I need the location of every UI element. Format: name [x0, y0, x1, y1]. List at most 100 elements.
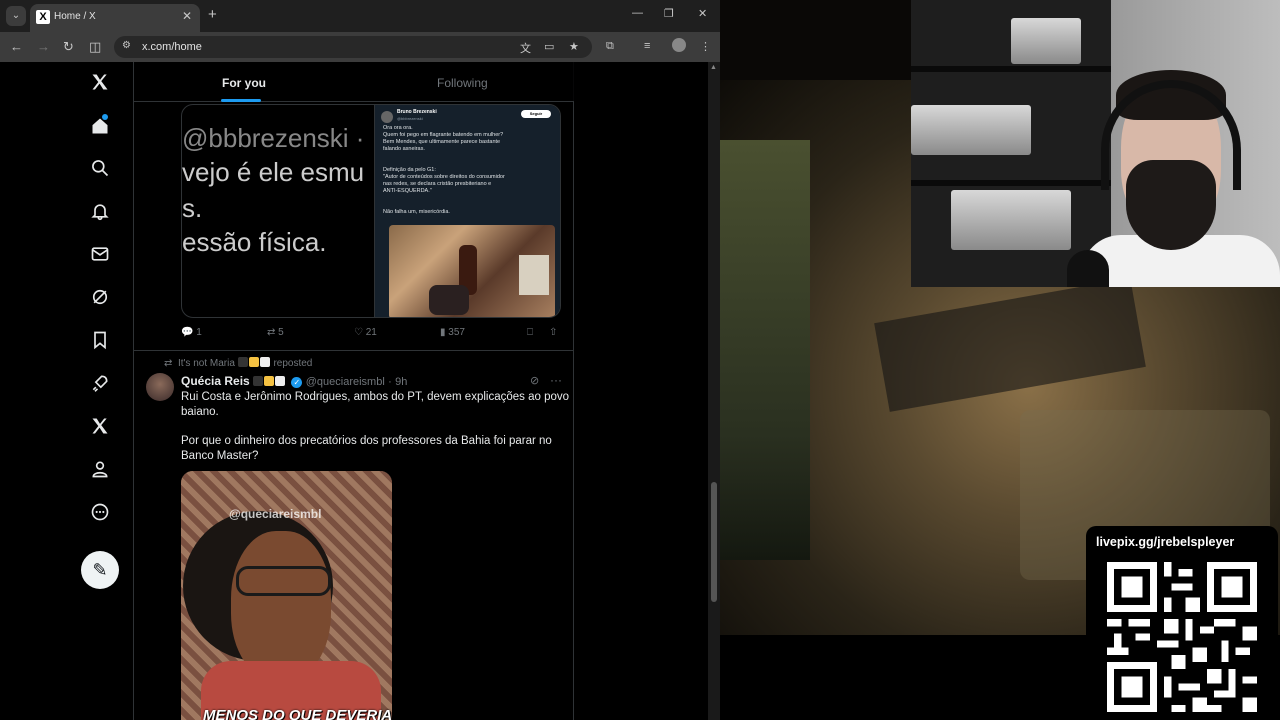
home-notification-dot	[102, 114, 108, 120]
bookmark-post-icon[interactable]: ⎕	[527, 327, 533, 338]
reply-button[interactable]: 💬 1	[181, 327, 202, 338]
timeline: For you Following @bbbrezenski · vejo é …	[133, 62, 574, 720]
forward-icon[interactable]: →	[37, 39, 50, 54]
post-text-line: Banco Master?	[181, 450, 259, 462]
x-sidebar-nav	[80, 62, 120, 720]
video-person-face	[231, 531, 331, 681]
tab-title: Home / X	[54, 11, 96, 22]
tab-following[interactable]: Following	[437, 76, 488, 90]
post-author-line: Quécia Reis ✓ @queciareismbl · 9h	[181, 374, 407, 388]
bookmark-star-icon[interactable]: ★	[569, 40, 579, 53]
inner-text-line: Quem foi pego em flagrante batendo em mu…	[383, 132, 504, 138]
views-button[interactable]: ▮ 357	[440, 327, 465, 338]
more-icon[interactable]	[88, 502, 112, 526]
emoji-icon	[259, 357, 270, 367]
author-handle[interactable]: @queciareismbl	[306, 376, 385, 388]
inner-text-line: falando asneiras.	[383, 146, 425, 152]
home-icon[interactable]	[88, 116, 112, 140]
back-icon[interactable]: ←	[10, 39, 23, 54]
emoji-icon	[275, 376, 286, 386]
post-text-line: Por que o dinheiro dos precatórios dos p…	[181, 435, 552, 447]
emoji-icon	[237, 357, 248, 367]
embed-big-line-4: essão física.	[182, 227, 327, 257]
translate-icon[interactable]: 文	[520, 40, 531, 56]
video-caption: MENOS DO QUE DEVERIA	[203, 707, 392, 720]
embedded-post-image[interactable]: @bbbrezenski · vejo é ele esmu s. essão …	[181, 104, 561, 318]
inner-follow-button: Seguir	[521, 110, 551, 118]
browser-toolbar: ← → ↻ ◫ ⚙ x.com/home 文 ▭ ★ ⧉ ≡ ⋮	[0, 32, 720, 62]
media-controls-icon[interactable]: ≡	[644, 40, 650, 52]
inner-post-card: Bruno Brezenski @bbbrezenski Seguir Ora …	[374, 105, 560, 317]
shelf-board	[911, 180, 1111, 186]
video-watermark: @queciareismbl	[229, 507, 322, 521]
share-icon[interactable]: ⇧	[549, 327, 557, 338]
bookmark-icon[interactable]	[88, 330, 112, 354]
post-text-line: Rui Costa e Jerônimo Rodrigues, ambos do…	[181, 391, 570, 403]
post-video[interactable]: @queciareismbl MENOS DO QUE DEVERIA	[181, 471, 392, 720]
like-button[interactable]: ♡ 21	[354, 327, 377, 338]
embed-big-line-1: @bbbrezenski ·	[182, 123, 365, 153]
profile-icon[interactable]	[88, 459, 112, 483]
premium-x-icon[interactable]	[88, 416, 112, 440]
address-bar[interactable]: ⚙ x.com/home 文 ▭ ★	[114, 36, 592, 58]
photo-figure	[429, 285, 469, 315]
livepix-panel: livepix.gg/jrebelspleyer	[1086, 526, 1278, 720]
inner-text-line: Bem Mendes, que ultimamente parece basta…	[383, 139, 501, 145]
tab-for-you[interactable]: For you	[222, 76, 266, 90]
stream-overlay: livepix.gg/jrebelspleyer	[720, 0, 1280, 720]
inner-text-line: Não falha um, misericórdia.	[383, 209, 450, 215]
inner-author-handle: @bbbrezenski	[397, 116, 423, 121]
scroll-thumb[interactable]	[711, 482, 717, 602]
author-name[interactable]: Quécia Reis	[181, 374, 250, 388]
repost-button[interactable]: ⇄ 5	[267, 327, 284, 338]
post-more-button[interactable]: ···	[550, 373, 562, 387]
page-scrollbar[interactable]: ▲	[708, 62, 720, 720]
lego-model	[911, 105, 1031, 155]
x-logo-icon[interactable]	[88, 72, 112, 96]
compose-post-button[interactable]: ✎	[81, 551, 119, 589]
cast-icon[interactable]: ▭	[544, 40, 554, 53]
site-info-icon[interactable]: ⚙	[122, 40, 131, 51]
tab-close-icon[interactable]: ✕	[182, 9, 192, 23]
reposter-name: It's not Maria	[177, 358, 235, 369]
x-favicon-icon: X	[36, 10, 50, 24]
shelf-board	[911, 66, 1111, 72]
repost-icon: ⇄	[164, 358, 173, 369]
active-tab-indicator	[221, 99, 261, 102]
grok-icon[interactable]	[88, 287, 112, 311]
x-page: ✎ For you Following @bbbrezenski · vejo …	[0, 62, 720, 720]
feather-plus-icon: ✎	[92, 560, 108, 580]
qr-code-icon	[1107, 562, 1257, 712]
emoji-icon	[253, 376, 264, 386]
post-time[interactable]: 9h	[395, 376, 407, 388]
reply-count: 1	[196, 327, 202, 338]
video-person-glasses	[236, 566, 331, 596]
like-count: 21	[365, 327, 377, 338]
tab-search-icon[interactable]: ⌄	[6, 6, 26, 26]
menu-icon[interactable]: ⋮	[700, 40, 711, 53]
split-view-icon[interactable]: ◫	[89, 39, 101, 55]
minimize-button[interactable]: —	[632, 7, 643, 19]
profile-avatar[interactable]	[672, 38, 686, 52]
bell-icon[interactable]	[88, 201, 112, 225]
mail-icon[interactable]	[88, 244, 112, 268]
address-url[interactable]: x.com/home	[142, 41, 202, 53]
author-avatar[interactable]	[146, 373, 174, 401]
repost-count: 5	[278, 327, 284, 338]
lego-model	[951, 190, 1071, 250]
repost-indicator[interactable]: ⇄ It's not Maria reposted	[164, 357, 312, 369]
new-tab-button[interactable]: +	[208, 6, 217, 23]
post-actions: 💬 1 ⇄ 5 ♡ 21 ▮ 357 ⎕ ⇧	[134, 327, 574, 343]
rocket-icon[interactable]	[88, 373, 112, 397]
scroll-up-icon[interactable]: ▲	[710, 64, 717, 71]
search-icon[interactable]	[88, 158, 112, 182]
repost-suffix: reposted	[273, 358, 313, 369]
maximize-button[interactable]: ❐	[664, 7, 674, 20]
tab-strip: ⌄ X Home / X ✕ + — ❐ ✕	[0, 0, 720, 32]
time-separator: ·	[388, 376, 392, 388]
close-window-button[interactable]: ✕	[698, 7, 707, 20]
grok-post-icon[interactable]: ⊘	[530, 374, 539, 387]
reload-icon[interactable]: ↻	[63, 39, 74, 55]
extensions-icon[interactable]: ⧉	[606, 40, 614, 53]
browser-tab[interactable]: X Home / X ✕	[30, 4, 200, 32]
